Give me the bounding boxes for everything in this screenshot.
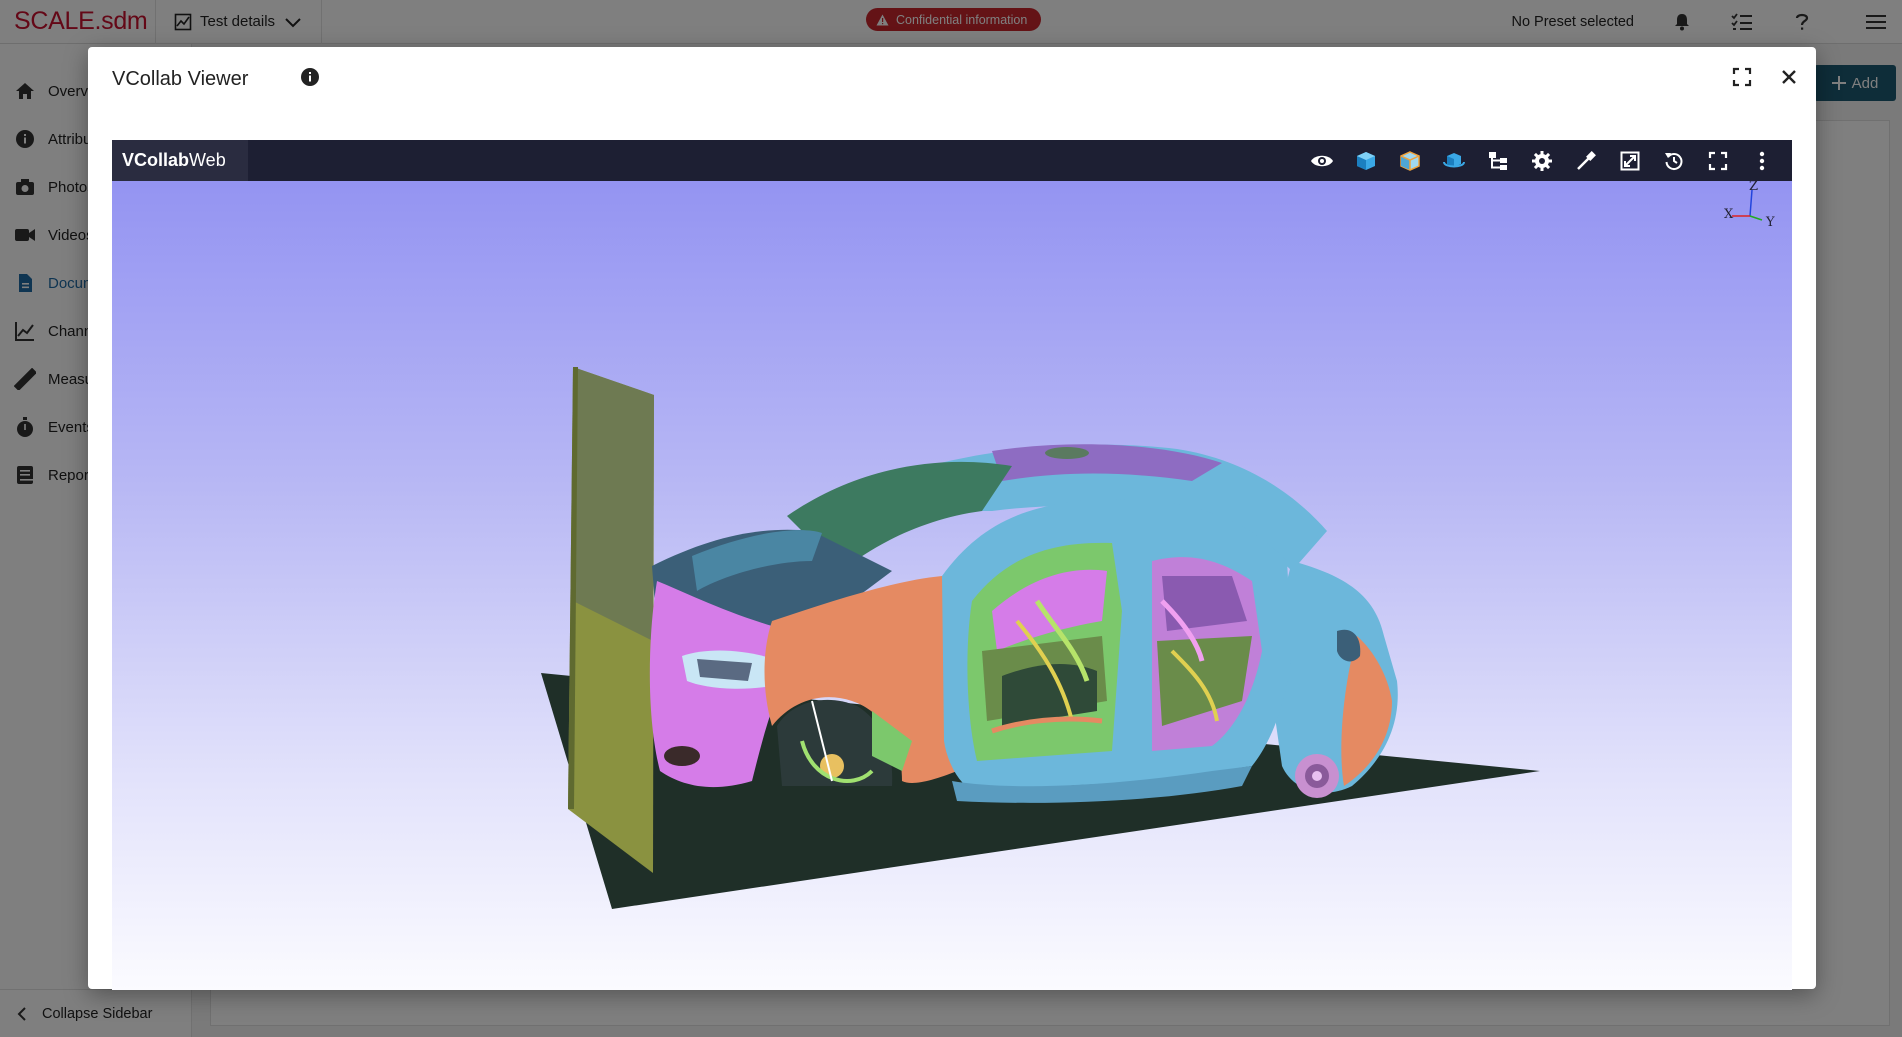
cube-solid-icon[interactable] [1351, 146, 1381, 176]
tree-icon[interactable] [1483, 146, 1513, 176]
close-icon[interactable] [1778, 66, 1800, 88]
vcollab-logo: VCollab Web [112, 140, 248, 181]
fullscreen-icon[interactable] [1703, 146, 1733, 176]
more-vert-icon[interactable] [1747, 146, 1777, 176]
probe-icon[interactable] [1571, 146, 1601, 176]
viewer-toolbar: VCollab Web [112, 140, 1792, 181]
reset-icon[interactable] [1659, 146, 1689, 176]
settings-icon[interactable] [1527, 146, 1557, 176]
cube-rotate-icon[interactable] [1439, 146, 1469, 176]
logo-light: Web [189, 150, 226, 170]
modal-title: VCollab Viewer [112, 68, 249, 90]
car-model-scene [541, 367, 1540, 909]
eye-icon[interactable] [1307, 146, 1337, 176]
fit-icon[interactable] [1615, 146, 1645, 176]
vcollab-viewer-dialog: VCollab Viewer VCollab Web Z X Y [88, 47, 1816, 990]
barrier-wall [568, 367, 654, 873]
3d-viewer[interactable]: VCollab Web Z X Y [112, 140, 1792, 990]
expand-icon[interactable] [1731, 66, 1753, 88]
cube-outline-icon[interactable] [1395, 146, 1425, 176]
logo-bold: VCollab [122, 150, 190, 170]
info-icon[interactable] [300, 67, 320, 87]
